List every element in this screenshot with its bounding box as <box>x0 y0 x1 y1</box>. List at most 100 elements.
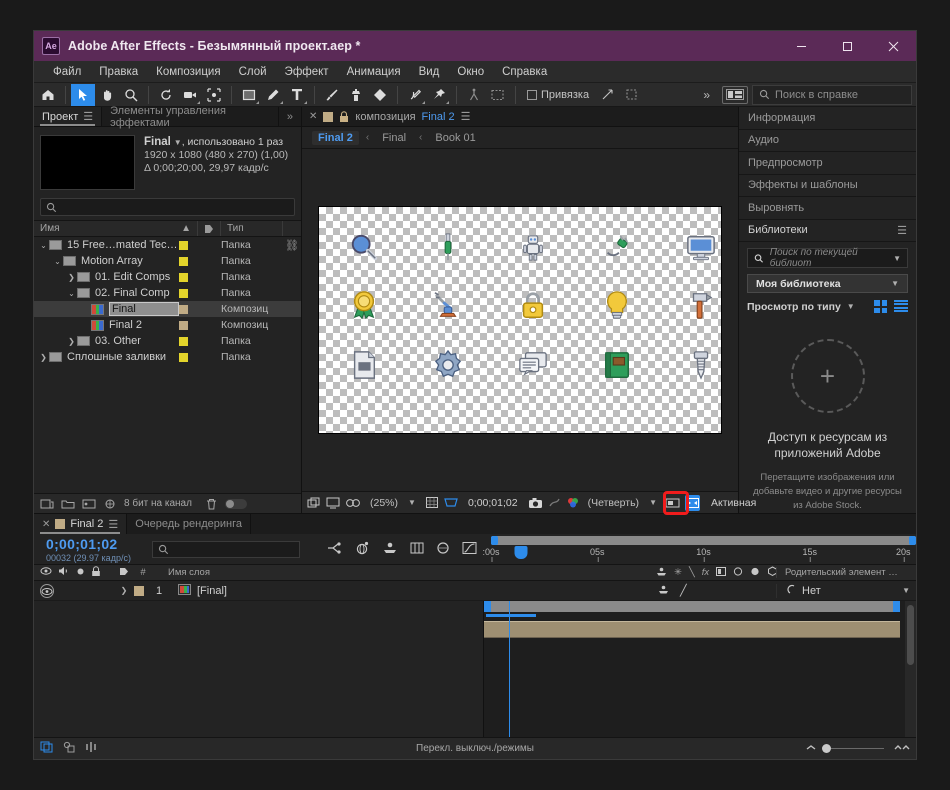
motion-blur-icon[interactable] <box>436 541 450 558</box>
timeline-layer-list[interactable] <box>34 601 484 737</box>
project-tree-row[interactable]: ❯ 03. Other Папка <box>34 333 301 349</box>
disclosure-triangle-icon[interactable]: ⌄ <box>66 289 77 298</box>
layer-twirl-icon[interactable]: ❯ <box>114 586 134 595</box>
project-row-color[interactable] <box>179 288 221 298</box>
toggle-transparency-grid-icon[interactable] <box>307 495 321 511</box>
resolution-select[interactable]: (Четверть) ▼ <box>585 497 660 509</box>
menu-item-edit[interactable]: Правка <box>90 61 147 83</box>
project-overflow-button[interactable]: » <box>279 107 301 126</box>
library-search-input[interactable]: Поиск по текущей библиот ▼ <box>747 247 908 269</box>
collapse-header-icon[interactable]: ✳ <box>674 567 682 578</box>
disclosure-triangle-icon[interactable]: ⌄ <box>38 241 49 250</box>
timeline-zoom-slider[interactable] <box>822 744 884 753</box>
effects-header-icon[interactable]: fx <box>702 567 709 578</box>
label-column-icon[interactable] <box>114 567 134 579</box>
disclosure-triangle-icon[interactable]: ⌄ <box>52 257 63 266</box>
minimize-button[interactable] <box>778 31 824 61</box>
panel-effects-presets[interactable]: Эффекты и шаблоны <box>739 175 916 198</box>
selection-tool-icon[interactable] <box>71 83 95 106</box>
current-time-indicator[interactable] <box>514 546 528 559</box>
roto-brush-tool-icon[interactable] <box>403 84 427 106</box>
panel-align[interactable]: Выровнять <box>739 197 916 220</box>
snap-bounds-icon[interactable] <box>619 84 643 106</box>
toggle-mask-view-icon[interactable] <box>326 495 340 511</box>
grid-view-icon[interactable] <box>874 300 887 314</box>
clone-stamp-tool-icon[interactable] <box>344 84 368 106</box>
timeline-timecode[interactable]: 0;00;01;02 00032 (29.97 кадр/с) <box>34 536 152 563</box>
column-header-share[interactable] <box>283 221 301 236</box>
grid-guides-icon[interactable] <box>425 495 439 511</box>
text-tool-icon[interactable] <box>285 84 309 106</box>
graph-editor-icon[interactable] <box>462 541 477 558</box>
current-time-display[interactable]: 0;00;01;02 <box>463 497 523 509</box>
snapping-toggle[interactable]: Привязка <box>521 89 595 101</box>
project-tree-row[interactable]: Final Композиц <box>34 301 301 317</box>
composition-canvas[interactable] <box>318 206 722 434</box>
library-select[interactable]: Моя библиотека ▼ <box>747 274 908 294</box>
toggle-3d-view-icon[interactable] <box>345 495 361 511</box>
timeline-ruler[interactable]: :00s 05s 10s 15s 20s <box>482 534 916 564</box>
libraries-panel-menu-icon[interactable]: ☰ <box>897 224 907 237</box>
lock-toggle-icon[interactable] <box>91 565 101 580</box>
zoom-tool-icon[interactable] <box>119 84 143 106</box>
lock-icon[interactable] <box>339 110 349 123</box>
layer-visibility-icon[interactable] <box>40 583 54 598</box>
snapping-checkbox[interactable] <box>527 89 537 100</box>
menu-item-effect[interactable]: Эффект <box>276 61 338 83</box>
disclosure-triangle-icon[interactable]: ❯ <box>38 353 49 362</box>
chevron-down-icon[interactable]: ▼ <box>649 498 657 507</box>
chevron-down-icon[interactable]: ▼ <box>902 586 910 595</box>
project-tree-row[interactable]: ⌄ 02. Final Comp Папка <box>34 285 301 301</box>
project-tree-row[interactable]: Final 2 Композиц <box>34 317 301 333</box>
composition-panel-menu-icon[interactable]: ☰ <box>461 110 471 123</box>
shy-header-icon[interactable] <box>656 567 667 579</box>
draft-3d-icon[interactable] <box>354 541 370 558</box>
video-toggle-icon[interactable] <box>40 566 52 579</box>
timeline-vertical-scrollbar[interactable] <box>905 601 916 737</box>
chevron-down-icon[interactable]: ▼ <box>408 498 416 507</box>
tab-effect-controls[interactable]: Элементы управления эффектами <box>102 105 279 129</box>
panel-preview[interactable]: Предпросмотр <box>739 152 916 175</box>
column-header-type[interactable]: Тип <box>221 221 283 236</box>
timeline-search-input[interactable] <box>152 540 300 558</box>
sort-ascending-icon[interactable]: ▲ <box>181 223 191 234</box>
work-area-end-handle[interactable] <box>893 601 900 612</box>
column-header-color[interactable] <box>198 221 221 236</box>
project-row-color[interactable] <box>179 352 221 362</box>
project-tree-row[interactable]: ⌄ Motion Array Папка <box>34 253 301 269</box>
project-search-input[interactable] <box>40 198 295 216</box>
panel-info[interactable]: Информация <box>739 107 916 130</box>
timeline-tracks[interactable] <box>484 601 916 737</box>
chevron-down-icon[interactable]: ▼ <box>891 279 899 288</box>
audio-toggle-icon[interactable] <box>58 566 70 579</box>
brush-tool-icon[interactable] <box>320 84 344 106</box>
project-row-color[interactable] <box>179 240 221 250</box>
composition-viewer[interactable] <box>302 149 738 491</box>
breadcrumb-item-final-2[interactable]: Final 2 <box>312 130 359 145</box>
puppet-pin-tool-icon[interactable] <box>427 84 451 106</box>
orbit-tool-icon[interactable] <box>154 84 178 106</box>
region-of-interest-icon[interactable] <box>444 495 458 511</box>
snap-arrow-icon[interactable] <box>595 84 619 106</box>
tab-timeline-final-2[interactable]: ✕ Final 2 ☰ <box>34 514 128 534</box>
frameblend-header-icon[interactable] <box>716 566 727 579</box>
project-tree-row[interactable]: ⌄ 15 Free…mated Technical Icons.aep Папка ⛓ <box>34 237 301 253</box>
tab-project[interactable]: Проект ☰ <box>34 107 103 126</box>
panel-audio[interactable]: Аудио <box>739 130 916 153</box>
hand-tool-icon[interactable] <box>95 84 119 106</box>
breadcrumb-item-final[interactable]: Final <box>376 131 412 145</box>
chevron-down-icon[interactable]: ▼ <box>893 254 901 263</box>
bit-depth-label[interactable]: 8 бит на канал <box>124 498 192 509</box>
chevron-down-icon[interactable]: ▼ <box>847 302 855 311</box>
frame-blending-icon[interactable] <box>410 541 424 558</box>
project-row-color[interactable] <box>179 304 221 314</box>
project-row-color[interactable] <box>179 272 221 282</box>
show-snapshot-icon[interactable] <box>548 495 561 511</box>
breadcrumb-item-book-01[interactable]: Book 01 <box>429 131 481 145</box>
quality-header-icon[interactable]: ╲ <box>689 567 695 578</box>
table-row[interactable]: ❯ 1 [Final] ╱ Нет ▼ <box>34 581 916 601</box>
nav-handle-right[interactable] <box>909 536 916 545</box>
hide-shy-layers-icon[interactable] <box>382 541 398 558</box>
close-tab-icon[interactable]: ✕ <box>42 519 50 530</box>
help-search-input[interactable]: Поиск в справке <box>752 84 912 105</box>
